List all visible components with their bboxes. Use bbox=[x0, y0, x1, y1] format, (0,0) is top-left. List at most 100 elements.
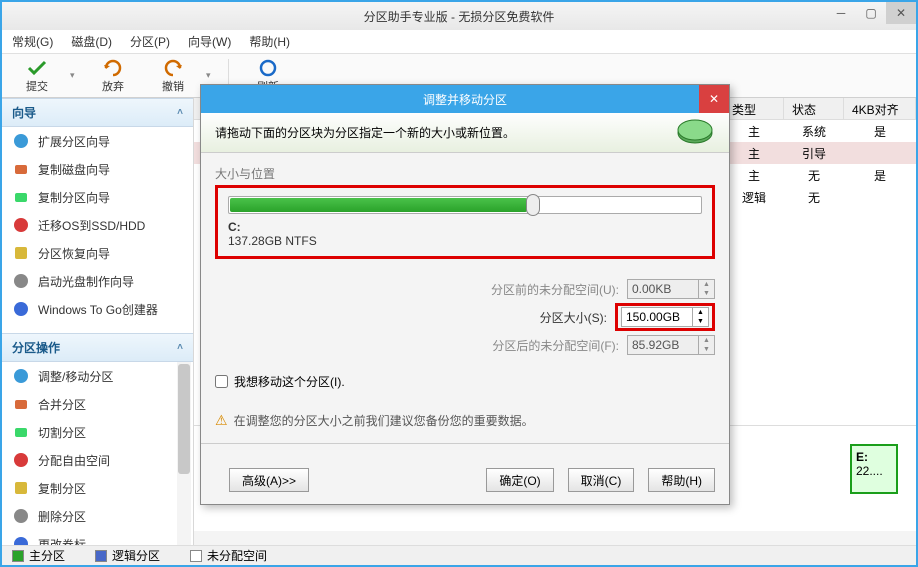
wizard-item[interactable]: 复制分区向导 bbox=[2, 183, 193, 211]
wizard-icon bbox=[12, 244, 30, 262]
wizard-item-label: 迁移OS到SSD/HDD bbox=[38, 217, 145, 234]
dropdown-icon[interactable]: ▾ bbox=[70, 70, 80, 81]
legend-unalloc-swatch bbox=[190, 550, 202, 562]
minimize-button[interactable]: ─ bbox=[826, 2, 856, 24]
dialog-close-button[interactable]: ✕ bbox=[699, 85, 729, 113]
dropdown-icon[interactable]: ▾ bbox=[206, 70, 216, 81]
col-type[interactable]: 类型 bbox=[724, 98, 784, 119]
operation-icon bbox=[12, 423, 30, 441]
operation-item[interactable]: 合并分区 bbox=[2, 390, 193, 418]
wizard-item-label: 复制分区向导 bbox=[38, 189, 110, 206]
operation-icon bbox=[12, 451, 30, 469]
operation-icon bbox=[12, 367, 30, 385]
input-unalloc-before: ▲▼ bbox=[627, 279, 715, 299]
wizard-item[interactable]: Windows To Go创建器 bbox=[2, 295, 193, 323]
label-partition-size: 分区大小(S): bbox=[540, 309, 607, 326]
label-unalloc-after: 分区后的未分配空间(F): bbox=[492, 337, 619, 354]
legend-logical-swatch bbox=[95, 550, 107, 562]
size-position-box: C: 137.28GB NTFS bbox=[215, 185, 715, 259]
operation-item[interactable]: 删除分区 bbox=[2, 502, 193, 530]
cancel-button[interactable]: 取消(C) bbox=[568, 468, 635, 492]
horizontal-scrollbar[interactable] bbox=[194, 531, 916, 545]
maximize-button[interactable]: ▢ bbox=[856, 2, 886, 24]
move-partition-checkbox[interactable] bbox=[215, 375, 228, 388]
wizard-icon bbox=[12, 272, 30, 290]
chevron-up-icon: ˄ bbox=[177, 107, 183, 118]
operation-icon bbox=[12, 395, 30, 413]
toolbar-discard[interactable]: 放弃 bbox=[86, 58, 140, 94]
dialog-instruction: 请拖动下面的分区块为分区指定一个新的大小或新位置。 bbox=[215, 124, 515, 141]
col-status[interactable]: 状态 bbox=[784, 98, 844, 119]
input-partition-size[interactable]: ▲▼ bbox=[621, 307, 709, 327]
operation-item-label: 分配自由空间 bbox=[38, 452, 110, 469]
operation-icon bbox=[12, 507, 30, 525]
wizard-icon bbox=[12, 160, 30, 178]
wizard-item[interactable]: 复制磁盘向导 bbox=[2, 155, 193, 183]
operation-item-label: 调整/移动分区 bbox=[38, 368, 113, 385]
scrollbar[interactable] bbox=[177, 362, 191, 545]
drive-info: 137.28GB NTFS bbox=[228, 234, 317, 248]
input-unalloc-after: ▲▼ bbox=[627, 335, 715, 355]
toolbar-commit[interactable]: 提交 bbox=[10, 58, 64, 94]
menu-wizard[interactable]: 向导(W) bbox=[188, 33, 231, 50]
partition-icon bbox=[675, 118, 715, 148]
size-highlight: ▲▼ bbox=[615, 303, 715, 331]
wizard-item[interactable]: 启动光盘制作向导 bbox=[2, 267, 193, 295]
disk-block-e[interactable]: E: 22.... bbox=[850, 444, 898, 494]
warning-text: 在调整您的分区大小之前我们建议您备份您的重要数据。 bbox=[234, 412, 534, 429]
wizard-item-label: Windows To Go创建器 bbox=[38, 301, 158, 318]
operation-item-label: 更改卷标 bbox=[38, 536, 86, 546]
menu-general[interactable]: 常规(G) bbox=[12, 33, 53, 50]
wizard-item[interactable]: 扩展分区向导 bbox=[2, 127, 193, 155]
wizard-icon bbox=[12, 188, 30, 206]
wizard-item[interactable]: 迁移OS到SSD/HDD bbox=[2, 211, 193, 239]
wizard-item-label: 复制磁盘向导 bbox=[38, 161, 110, 178]
move-partition-label: 我想移动这个分区(I). bbox=[234, 373, 345, 390]
spin-down[interactable]: ▼ bbox=[693, 317, 708, 326]
operation-item[interactable]: 切割分区 bbox=[2, 418, 193, 446]
undo-icon bbox=[161, 58, 185, 78]
partition-fill bbox=[230, 198, 527, 212]
refresh-icon bbox=[256, 58, 280, 78]
operation-item[interactable]: 分配自由空间 bbox=[2, 446, 193, 474]
partition-slider[interactable] bbox=[228, 196, 702, 214]
legend-bar: 主分区 逻辑分区 未分配空间 bbox=[2, 545, 916, 565]
chevron-up-icon: ˄ bbox=[177, 342, 183, 353]
window-title: 分区助手专业版 - 无损分区免费软件 bbox=[364, 8, 555, 25]
operation-item[interactable]: 复制分区 bbox=[2, 474, 193, 502]
wizard-item-label: 扩展分区向导 bbox=[38, 133, 110, 150]
toolbar-undo[interactable]: 撤销 bbox=[146, 58, 200, 94]
ok-button[interactable]: 确定(O) bbox=[486, 468, 553, 492]
menu-disk[interactable]: 磁盘(D) bbox=[71, 33, 112, 50]
ops-panel-header[interactable]: 分区操作 ˄ bbox=[2, 333, 193, 362]
spin-up[interactable]: ▲ bbox=[693, 308, 708, 317]
discard-icon bbox=[101, 58, 125, 78]
operation-icon bbox=[12, 535, 30, 545]
menu-partition[interactable]: 分区(P) bbox=[130, 33, 170, 50]
window-close-button[interactable]: ✕ bbox=[886, 2, 916, 24]
wizard-icon bbox=[12, 300, 30, 318]
advanced-button[interactable]: 高级(A)>> bbox=[229, 468, 309, 492]
wizard-item-label: 启动光盘制作向导 bbox=[38, 273, 134, 290]
dialog-titlebar[interactable]: 调整并移动分区 ✕ bbox=[201, 85, 729, 113]
slider-handle[interactable] bbox=[526, 194, 540, 216]
operation-item[interactable]: 更改卷标 bbox=[2, 530, 193, 545]
drive-letter: C: bbox=[228, 220, 241, 234]
operation-item-label: 删除分区 bbox=[38, 508, 86, 525]
menu-help[interactable]: 帮助(H) bbox=[249, 33, 290, 50]
wizard-icon bbox=[12, 216, 30, 234]
help-button[interactable]: 帮助(H) bbox=[648, 468, 715, 492]
label-unalloc-before: 分区前的未分配空间(U): bbox=[491, 281, 619, 298]
col-4kb[interactable]: 4KB对齐 bbox=[844, 98, 916, 119]
warning-icon: ⚠ bbox=[215, 412, 228, 429]
menubar: 常规(G) 磁盘(D) 分区(P) 向导(W) 帮助(H) bbox=[2, 30, 916, 54]
size-position-label: 大小与位置 bbox=[215, 165, 715, 182]
wizard-icon bbox=[12, 132, 30, 150]
operation-item[interactable]: 调整/移动分区 bbox=[2, 362, 193, 390]
operation-item-label: 复制分区 bbox=[38, 480, 86, 497]
resize-move-dialog: 调整并移动分区 ✕ 请拖动下面的分区块为分区指定一个新的大小或新位置。 大小与位… bbox=[200, 84, 730, 505]
check-icon bbox=[25, 58, 49, 78]
wizard-item[interactable]: 分区恢复向导 bbox=[2, 239, 193, 267]
wizard-panel-header[interactable]: 向导 ˄ bbox=[2, 98, 193, 127]
operation-item-label: 切割分区 bbox=[38, 424, 86, 441]
